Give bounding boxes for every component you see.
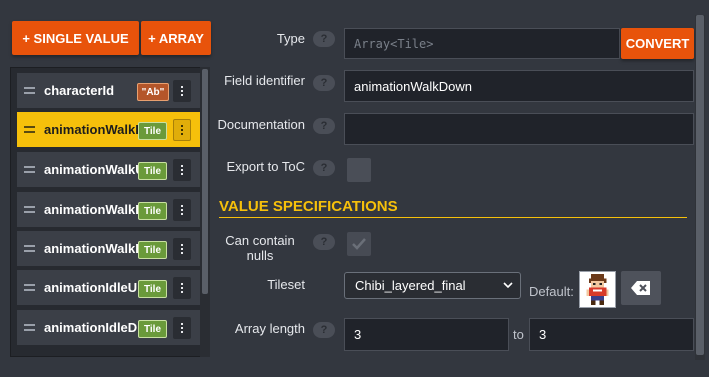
tile-type-badge: Tile	[138, 241, 167, 259]
kebab-menu-icon[interactable]	[173, 159, 191, 181]
field-identifier-label: Field identifier	[224, 73, 305, 88]
kebab-menu-icon[interactable]	[173, 238, 191, 260]
field-identifier-input[interactable]: animationWalkDown	[344, 70, 694, 102]
default-label: Default:	[529, 284, 574, 299]
form-scrollbar-thumb[interactable]	[696, 15, 704, 355]
field-item-animationWalkUp[interactable]: animationWalkU Tile	[17, 152, 207, 187]
nulls-label: Can contain nulls	[215, 233, 305, 263]
documentation-label: Documentation	[217, 117, 305, 132]
kebab-menu-icon[interactable]	[173, 317, 191, 339]
tile-type-badge: Tile	[138, 162, 167, 180]
chevron-down-icon	[503, 282, 513, 289]
clear-default-button[interactable]	[621, 271, 661, 305]
field-list-scrollbar-thumb[interactable]	[202, 69, 208, 294]
character-sprite-icon	[586, 274, 609, 305]
array-length-label: Array length	[234, 321, 305, 336]
checkmark-icon	[352, 238, 366, 250]
convert-button[interactable]: CONVERT	[621, 28, 694, 59]
field-name: characterId	[44, 83, 115, 98]
field-name: animationIdleU	[44, 280, 138, 295]
field-name: animationWalkD	[44, 122, 138, 137]
kebab-menu-icon[interactable]	[173, 119, 191, 141]
type-field: Array<Tile>	[344, 28, 620, 59]
tileset-selected-value: Chibi_layered_final	[355, 278, 466, 293]
field-list: characterId "Ab" animationWalkD Tile ani…	[10, 67, 210, 357]
field-item-animationIdleDown[interactable]: animationIdleD Tile	[17, 310, 207, 345]
kebab-menu-icon[interactable]	[173, 80, 191, 102]
help-icon[interactable]: ?	[313, 160, 335, 176]
type-label: Type	[276, 31, 305, 46]
documentation-input[interactable]	[344, 113, 694, 145]
default-tile-preview[interactable]	[579, 271, 616, 308]
drag-handle-icon[interactable]	[24, 87, 35, 94]
drag-handle-icon[interactable]	[24, 166, 35, 173]
array-min-length-input[interactable]: 3	[344, 318, 509, 351]
drag-handle-icon[interactable]	[24, 324, 35, 331]
to-label: to	[513, 327, 524, 342]
string-type-badge: "Ab"	[137, 83, 169, 101]
field-item-characterId[interactable]: characterId "Ab"	[17, 73, 207, 108]
field-name: animationWalkL	[44, 202, 138, 217]
tileset-label: Tileset	[267, 277, 305, 292]
export-toc-label: Export to ToC	[226, 159, 305, 174]
nulls-label-line1: Can contain	[225, 233, 295, 248]
drag-handle-icon[interactable]	[24, 206, 35, 213]
field-item-animationIdleUp[interactable]: animationIdleU Tile	[17, 270, 207, 305]
add-single-value-button[interactable]: + SINGLE VALUE	[12, 21, 139, 55]
field-item-animationWalkLeft[interactable]: animationWalkL Tile	[17, 192, 207, 227]
tile-type-badge: Tile	[138, 280, 167, 298]
backspace-icon	[631, 281, 650, 295]
help-icon[interactable]: ?	[313, 322, 335, 338]
kebab-menu-icon[interactable]	[173, 277, 191, 299]
nulls-checkbox[interactable]	[347, 232, 371, 256]
field-name: animationIdleD	[44, 320, 138, 335]
nulls-label-line2: nulls	[246, 248, 274, 263]
tileset-select[interactable]: Chibi_layered_final	[344, 272, 521, 299]
field-item-animationWalkRight[interactable]: animationWalkR Tile	[17, 231, 207, 266]
export-toc-checkbox[interactable]	[347, 158, 371, 182]
drag-handle-icon[interactable]	[24, 284, 35, 291]
array-max-length-input[interactable]: 3	[529, 318, 694, 351]
add-array-button[interactable]: + ARRAY	[141, 21, 211, 55]
tile-type-badge: Tile	[138, 320, 167, 338]
tile-type-badge: Tile	[138, 202, 167, 220]
help-icon[interactable]: ?	[313, 234, 335, 250]
drag-handle-icon[interactable]	[24, 126, 35, 133]
drag-handle-icon[interactable]	[24, 245, 35, 252]
field-name: animationWalkU	[44, 162, 138, 177]
field-item-animationWalkDown[interactable]: animationWalkD Tile	[17, 112, 207, 147]
kebab-menu-icon[interactable]	[173, 199, 191, 221]
help-icon[interactable]: ?	[313, 75, 335, 91]
tile-type-badge: Tile	[138, 122, 167, 140]
help-icon[interactable]: ?	[313, 118, 335, 134]
value-specifications-heading: VALUE SPECIFICATIONS	[219, 198, 687, 218]
field-name: animationWalkR	[44, 241, 138, 256]
help-icon[interactable]: ?	[313, 31, 335, 47]
